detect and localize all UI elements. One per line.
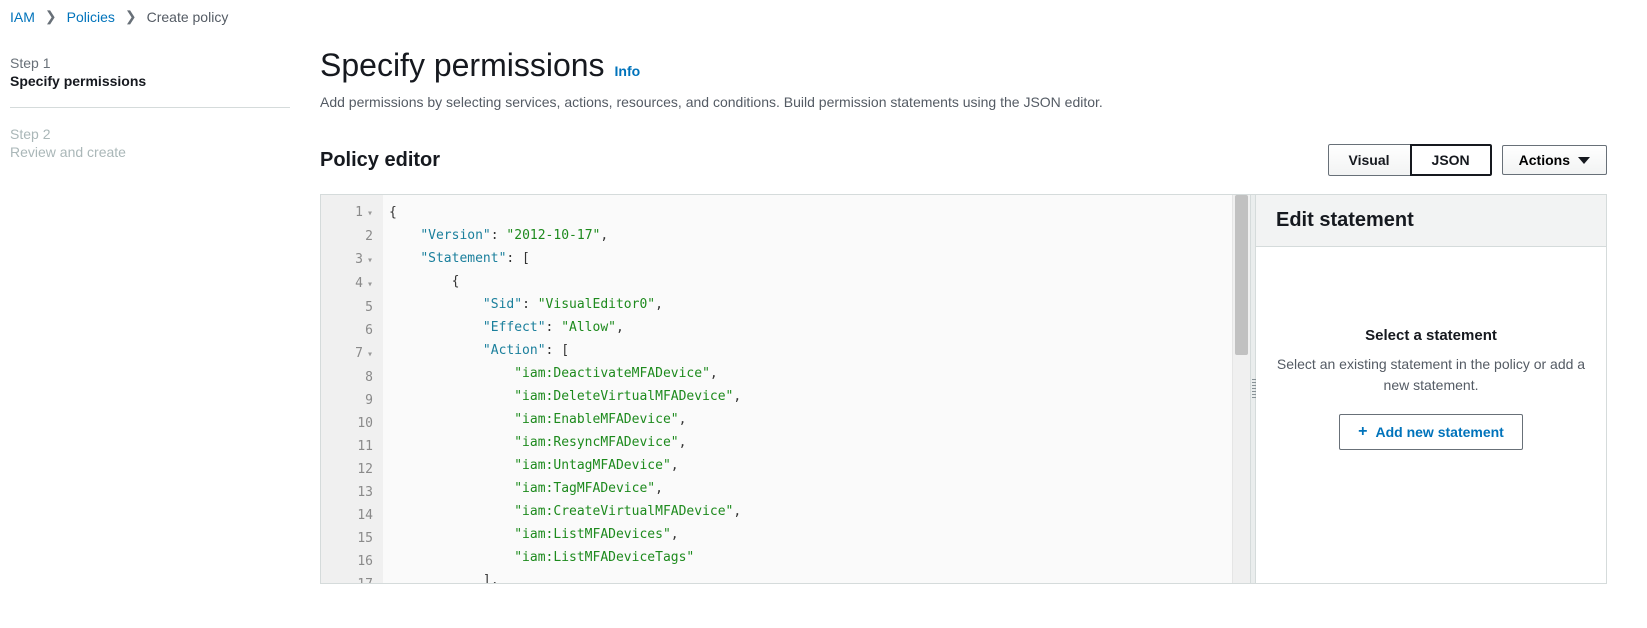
resize-handle[interactable] — [1250, 195, 1256, 583]
scrollbar[interactable] — [1232, 195, 1250, 583]
page-title: Specify permissions — [320, 47, 605, 84]
breadcrumb-policies[interactable]: Policies — [67, 9, 115, 25]
code-content[interactable]: { "Version": "2012-10-17", "Statement": … — [383, 195, 1232, 583]
tab-visual[interactable]: Visual — [1328, 144, 1410, 176]
chevron-right-icon: ❯ — [45, 8, 57, 25]
chevron-right-icon: ❯ — [125, 8, 137, 25]
step-1-num: Step 1 — [10, 55, 290, 71]
editor-mode-toggle: Visual JSON — [1328, 144, 1492, 176]
panel-header: Edit statement — [1256, 195, 1606, 247]
scrollbar-thumb[interactable] — [1235, 195, 1248, 355]
breadcrumb-current: Create policy — [147, 9, 229, 25]
plus-icon: + — [1358, 423, 1367, 441]
step-2-label: Review and create — [10, 144, 290, 160]
page-description: Add permissions by selecting services, a… — [320, 94, 1607, 110]
add-new-statement-button[interactable]: + Add new statement — [1339, 414, 1523, 450]
caret-down-icon — [1578, 157, 1590, 164]
actions-label: Actions — [1519, 152, 1570, 168]
step-1-label[interactable]: Specify permissions — [10, 73, 290, 89]
line-gutter: 1▾23▾4▾567▾891011121314151617 — [321, 195, 383, 583]
panel-title: Select a statement — [1276, 327, 1586, 344]
actions-dropdown[interactable]: Actions — [1502, 145, 1607, 175]
add-statement-label: Add new statement — [1375, 424, 1503, 440]
json-editor[interactable]: 1▾23▾4▾567▾891011121314151617 { "Version… — [321, 195, 1250, 583]
divider — [10, 107, 290, 108]
info-link[interactable]: Info — [615, 63, 641, 79]
panel-desc: Select an existing statement in the poli… — [1276, 354, 1586, 396]
breadcrumb-iam[interactable]: IAM — [10, 9, 35, 25]
step-2-num: Step 2 — [10, 126, 290, 142]
breadcrumb: IAM ❯ Policies ❯ Create policy — [0, 0, 1647, 37]
wizard-steps: Step 1 Specify permissions Step 2 Review… — [0, 37, 300, 584]
tab-json[interactable]: JSON — [1410, 144, 1492, 176]
edit-statement-panel: Edit statement Select a statement Select… — [1256, 195, 1606, 583]
policy-editor-title: Policy editor — [320, 149, 440, 172]
